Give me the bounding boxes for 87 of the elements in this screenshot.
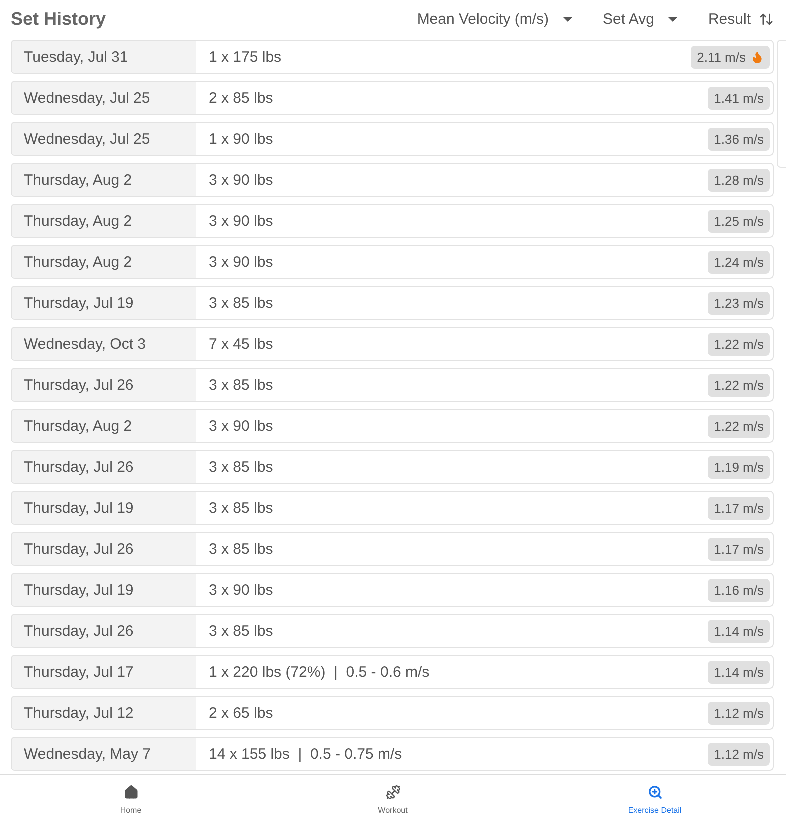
page-title: Set History	[11, 8, 108, 30]
set-date: Wednesday, Oct 3	[12, 328, 196, 360]
set-date: Thursday, Aug 2	[12, 164, 196, 196]
set-row[interactable]: Thursday, Jul 12 2 x 65 lbs 1.12 m/s	[11, 696, 774, 730]
set-date: Thursday, Jul 19	[12, 287, 196, 319]
sort-icon	[759, 12, 774, 26]
set-date: Thursday, Aug 2	[12, 410, 196, 442]
set-date: Thursday, Jul 26	[12, 615, 196, 647]
set-row[interactable]: Thursday, Jul 19 3 x 85 lbs 1.23 m/s	[11, 286, 774, 320]
set-detail: 3 x 90 lbs	[208, 582, 274, 598]
set-detail: 1 x 90 lbs	[208, 130, 274, 148]
result-value: 1.19 m/s	[714, 460, 764, 474]
result-value: 1.14 m/s	[714, 624, 764, 638]
set-row[interactable]: Wednesday, Jul 25 2 x 85 lbs 1.41 m/s	[11, 81, 774, 115]
set-detail: 3 x 90 lbs	[208, 418, 274, 434]
set-row[interactable]: Thursday, Jul 26 3 x 85 lbs 1.22 m/s	[11, 368, 774, 402]
set-detail: 3 x 90 lbs	[208, 172, 274, 188]
result-value: 1.16 m/s	[714, 582, 764, 598]
set-date: Thursday, Jul 26	[12, 533, 196, 565]
set-date: Wednesday, Jul 25	[12, 82, 196, 114]
result-value: 1.28 m/s	[714, 172, 764, 188]
set-date: Thursday, Aug 2	[12, 246, 196, 278]
set-detail: 14 x 155 lbs | 0.5 - 0.75 m/s	[208, 746, 404, 762]
set-row[interactable]: Thursday, Jul 26 3 x 85 lbs 1.17 m/s	[11, 532, 774, 566]
nav-tab[interactable]: Workout	[262, 775, 524, 822]
set-row[interactable]: Wednesday, Oct 3 7 x 45 lbs 1.22 m/s	[11, 327, 774, 361]
set-detail: 3 x 90 lbs	[208, 212, 274, 230]
set-date: Thursday, Jul 26	[12, 369, 196, 401]
set-row[interactable]: Thursday, Aug 2 3 x 90 lbs 1.24 m/s	[11, 245, 774, 279]
flame-icon	[751, 50, 764, 64]
set-row[interactable]: Thursday, Jul 26 3 x 85 lbs 1.14 m/s	[11, 614, 774, 648]
set-date: Wednesday, May 7	[12, 738, 196, 770]
set-row[interactable]: Thursday, Aug 2 3 x 90 lbs 1.22 m/s	[11, 409, 774, 443]
result-value: 1.14 m/s	[714, 664, 764, 680]
nav-tab[interactable]: Home	[0, 775, 262, 822]
set-detail: 2 x 85 lbs	[208, 90, 274, 106]
nav-tab[interactable]: Exercise Detail	[524, 775, 786, 822]
result-value: 2.11 m/s	[697, 50, 746, 64]
caret-icon	[668, 16, 678, 22]
set-detail: 3 x 85 lbs	[208, 458, 274, 476]
set-date: Wednesday, Jul 25	[12, 123, 196, 155]
set-detail: 3 x 85 lbs	[208, 294, 274, 312]
set-detail: 3 x 85 lbs	[208, 622, 274, 640]
set-row[interactable]: Thursday, Jul 19 3 x 90 lbs 1.16 m/s	[11, 573, 774, 607]
set-date: Thursday, Jul 26	[12, 451, 196, 483]
result-value: 1.12 m/s	[714, 706, 764, 720]
result-value: 1.22 m/s	[714, 378, 764, 392]
set-date: Thursday, Jul 12	[12, 697, 196, 729]
dropdown-button[interactable]: Mean Velocity (m/s)	[417, 10, 574, 28]
set-date: Thursday, Jul 19	[12, 492, 196, 524]
set-detail: 3 x 85 lbs	[208, 540, 274, 558]
set-row[interactable]: Thursday, Jul 26 3 x 85 lbs 1.19 m/s	[11, 450, 774, 484]
set-date: Thursday, Jul 17	[12, 656, 196, 688]
result-value: 1.17 m/s	[714, 542, 764, 556]
result-value: 1.24 m/s	[714, 254, 764, 270]
dumbbell-icon	[386, 785, 400, 800]
set-row[interactable]: Thursday, Jul 19 3 x 85 lbs 1.17 m/s	[11, 491, 774, 525]
set-date: Thursday, Jul 19	[12, 574, 196, 606]
set-detail: 3 x 85 lbs	[208, 500, 274, 516]
caret-icon	[563, 16, 574, 22]
result-value: 1.23 m/s	[714, 296, 764, 310]
zoom-icon	[648, 785, 662, 800]
result-value: 1.22 m/s	[714, 336, 764, 352]
result-value: 1.12 m/s	[714, 746, 764, 762]
dropdown-button[interactable]: Set Avg	[603, 10, 678, 28]
set-row[interactable]: Thursday, Jul 17 1 x 220 lbs (72%) | 0.5 - 0.6 m/s 1.14 m/s	[11, 655, 774, 689]
set-date: Thursday, Aug 2	[12, 205, 196, 237]
set-row[interactable]: Thursday, Aug 2 3 x 90 lbs 1.28 m/s	[11, 163, 774, 197]
set-detail: 1 x 220 lbs (72%) | 0.5 - 0.6 m/s	[208, 664, 431, 680]
home-icon	[124, 785, 138, 800]
set-detail: 3 x 85 lbs	[208, 376, 274, 394]
set-detail: 3 x 90 lbs	[208, 254, 274, 270]
sort-button[interactable]: Result	[708, 10, 774, 28]
result-value: 1.36 m/s	[714, 132, 764, 146]
set-row[interactable]: Wednesday, May 7 14 x 155 lbs | 0.5 - 0.75 m/s 1.12 m/s	[11, 737, 774, 771]
set-row[interactable]: Wednesday, Jul 25 1 x 90 lbs 1.36 m/s	[11, 122, 774, 156]
result-value: 1.22 m/s	[714, 418, 764, 434]
result-value: 1.17 m/s	[714, 500, 764, 516]
set-detail: 1 x 175 lbs	[208, 48, 283, 66]
scrollbar[interactable]	[777, 40, 786, 168]
set-detail: 7 x 45 lbs	[208, 336, 274, 352]
result-value: 1.25 m/s	[714, 214, 764, 228]
set-row[interactable]: Thursday, Aug 2 3 x 90 lbs 1.25 m/s	[11, 204, 774, 238]
set-detail: 2 x 65 lbs	[208, 704, 274, 722]
result-value: 1.41 m/s	[714, 90, 764, 106]
set-date: Tuesday, Jul 31	[12, 41, 196, 73]
set-row[interactable]: Tuesday, Jul 31 1 x 175 lbs 2.11 m/s	[11, 40, 774, 74]
